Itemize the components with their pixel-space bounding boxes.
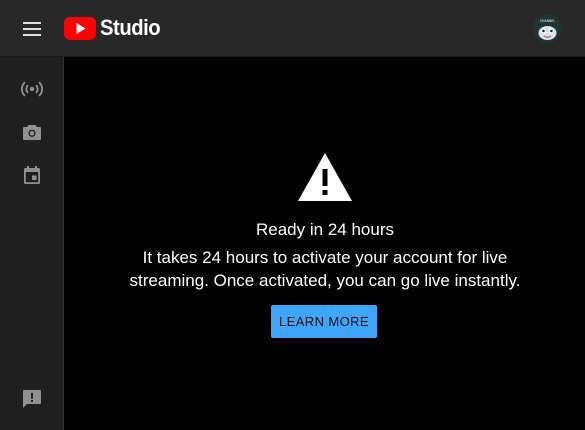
menu-icon[interactable] — [18, 15, 46, 43]
youtube-play-icon — [64, 16, 96, 40]
feedback-icon[interactable] — [20, 387, 44, 411]
main-content: Ready in 24 hours It takes 24 hours to a… — [65, 57, 585, 430]
status-description: It takes 24 hours to activate your accou… — [129, 248, 521, 290]
svg-text:CHANNEL: CHANNEL — [540, 19, 556, 23]
sidebar — [0, 57, 64, 430]
youtube-studio-logo[interactable]: Studio — [64, 15, 165, 40]
logo-text: Studio — [100, 15, 161, 40]
calendar-icon[interactable] — [20, 163, 44, 187]
status-title: Ready in 24 hours — [256, 220, 394, 239]
avatar[interactable]: CHANNEL — [533, 14, 562, 43]
learn-more-button[interactable]: LEARN MORE — [271, 305, 377, 338]
top-bar: Studio CHANNEL — [0, 0, 585, 57]
warning-icon — [298, 153, 352, 201]
broadcast-icon[interactable] — [20, 77, 44, 101]
camera-icon[interactable] — [20, 120, 44, 144]
